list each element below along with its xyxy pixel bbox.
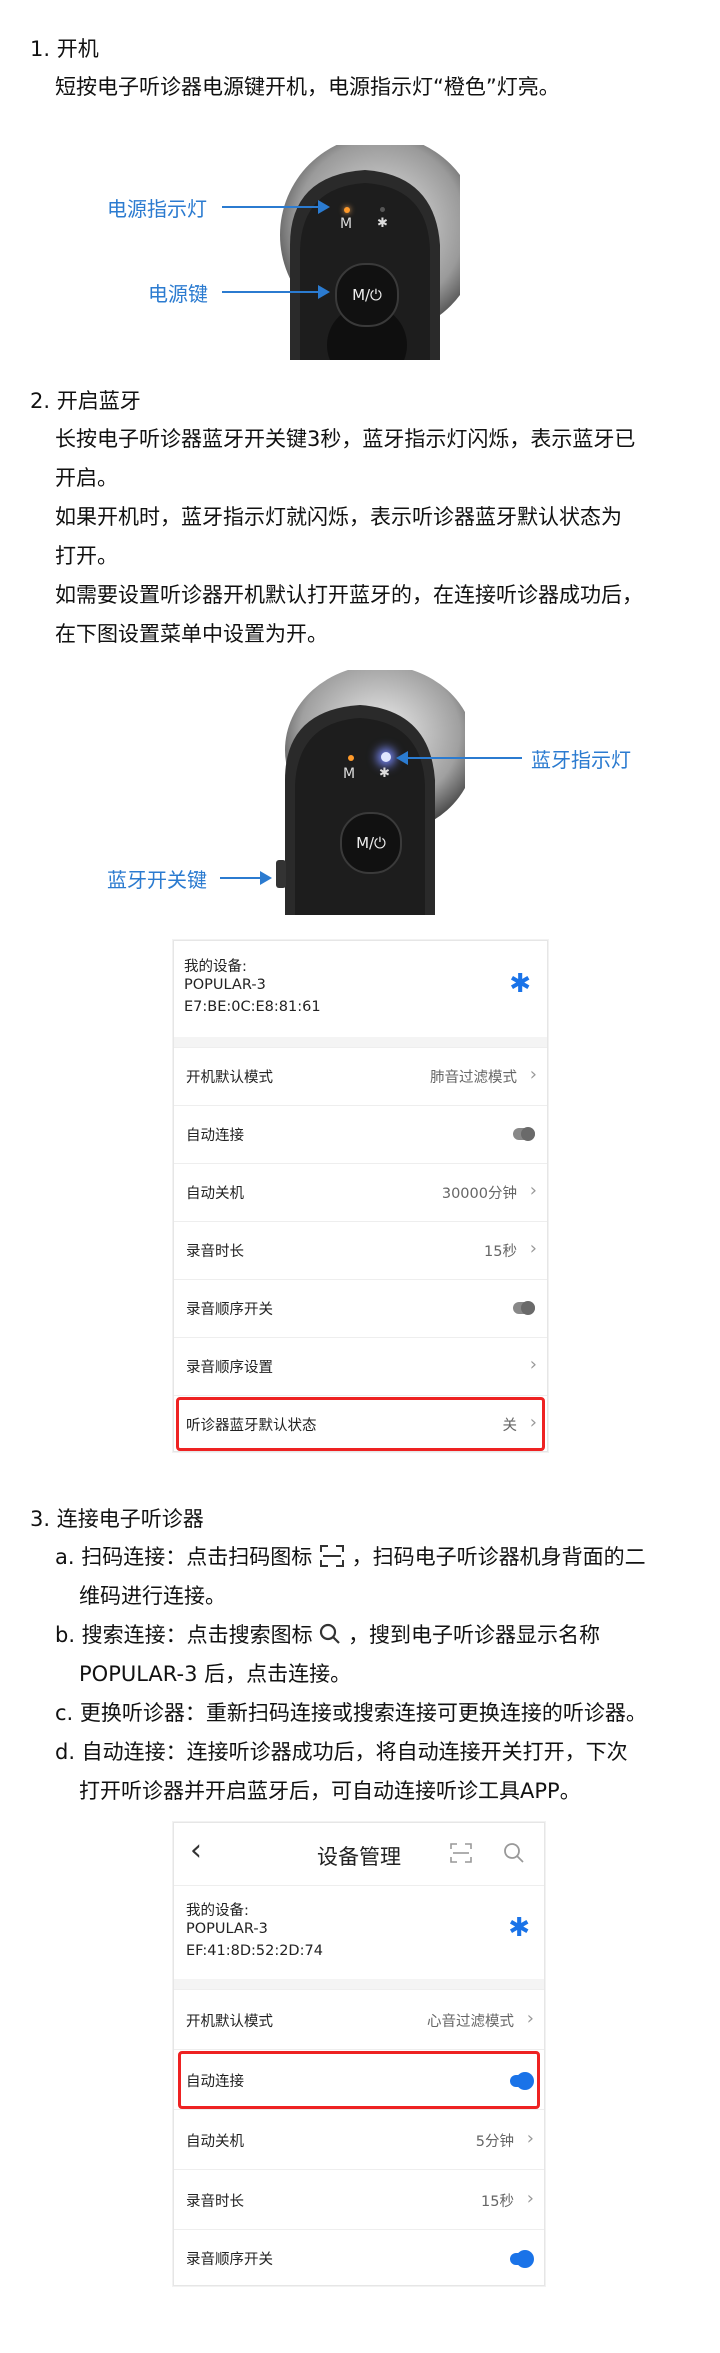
settings-row[interactable]: 录音顺序开关 xyxy=(174,1279,547,1338)
row-label: 自动关机 xyxy=(186,1186,244,1202)
settings-row[interactable]: 录音时长 15秒 › xyxy=(174,1221,547,1280)
settings-row[interactable]: 录音顺序设置 › xyxy=(174,1337,547,1396)
settings-row[interactable]: 自动关机 30000分钟 › xyxy=(174,1163,547,1222)
item-text: a. 扫码连接：点击扫码图标 xyxy=(55,1545,313,1569)
device-mac: EF:41:8D:52:2D:74 xyxy=(186,1943,323,1959)
mode-label: M xyxy=(343,766,356,782)
callout-power-key: 电源键 xyxy=(148,282,208,306)
chevron-right-icon: › xyxy=(529,1064,537,1085)
bluetooth-led-icon xyxy=(381,752,391,762)
item-a-line2: 维码进行连接。 xyxy=(79,1584,226,1608)
search-icon[interactable] xyxy=(503,1842,525,1868)
row-label: 自动连接 xyxy=(186,1128,244,1144)
row-value: 30000分钟 xyxy=(441,1186,517,1202)
scan-icon xyxy=(319,1542,345,1567)
settings-row[interactable]: 自动连接 xyxy=(174,1105,547,1164)
settings-row[interactable]: 录音顺序开关 xyxy=(174,2229,544,2286)
row-label: 开机默认模式 xyxy=(186,1070,273,1086)
page-title: 设备管理 xyxy=(317,1845,401,1869)
device-title: 我的设备: xyxy=(184,959,247,975)
scan-icon[interactable] xyxy=(450,1843,472,1867)
item-text: ，扫码电子听诊器机身背面的二 xyxy=(351,1545,646,1569)
arrow-power-light xyxy=(222,200,330,214)
arrow-bt-light xyxy=(396,751,522,765)
bluetooth-icon: ✱ xyxy=(509,969,531,999)
section2-line: 开启。 xyxy=(55,466,118,490)
row-label: 录音时长 xyxy=(186,1244,244,1260)
highlight-box xyxy=(176,1397,545,1451)
row-value: 心音过滤模式 xyxy=(427,2014,514,2030)
row-value: 肺音过滤模式 xyxy=(430,1070,517,1086)
power-button: M/⏻ xyxy=(335,263,399,327)
row-value: 15秒 xyxy=(484,1244,517,1260)
bluetooth-icon: ✱ xyxy=(379,766,390,781)
section-gap xyxy=(174,1979,544,1989)
auto-connect-toggle[interactable] xyxy=(513,1127,535,1141)
row-value: 15秒 xyxy=(481,2194,514,2210)
section2-line: 打开。 xyxy=(55,544,118,568)
item-d: d. 自动连接：连接听诊器成功后，将自动连接开关打开，下次 xyxy=(55,1740,628,1764)
search-icon xyxy=(319,1619,341,1644)
bluetooth-led-icon xyxy=(380,207,385,212)
section1-body: 短按电子听诊器电源键开机，电源指示灯“橙色”灯亮。 xyxy=(55,75,560,99)
item-b-line2: POPULAR-3 后，点击连接。 xyxy=(79,1662,352,1686)
nav-bar: ‹ 设备管理 xyxy=(174,1823,544,1886)
bluetooth-icon: ✱ xyxy=(508,1913,530,1943)
row-label: 录音顺序开关 xyxy=(186,2252,273,2268)
power-button: M/⏻ xyxy=(340,812,402,874)
chevron-right-icon: › xyxy=(526,2008,534,2029)
arrow-bt-key xyxy=(220,871,272,885)
section1-heading: 1. 开机 xyxy=(30,37,99,61)
item-c: c. 更换听诊器：重新扫码连接或搜索连接可更换连接的听诊器。 xyxy=(55,1701,647,1725)
row-label: 录音时长 xyxy=(186,2194,244,2210)
chevron-right-icon: › xyxy=(529,1238,537,1259)
row-label: 开机默认模式 xyxy=(186,2014,273,2030)
row-value: 5分钟 xyxy=(475,2134,514,2150)
chevron-right-icon: › xyxy=(526,2188,534,2209)
item-a: a. 扫码连接：点击扫码图标 ，扫码电子听诊器机身背面的二 xyxy=(55,1538,646,1577)
section2-line: 如果开机时，蓝牙指示灯就闪烁，表示听诊器蓝牙默认状态为 xyxy=(55,505,622,529)
section2-line: 在下图设置菜单中设置为开。 xyxy=(55,622,328,646)
mode-label: M xyxy=(340,216,353,232)
arrow-power-key xyxy=(222,285,330,299)
callout-power-light: 电源指示灯 xyxy=(107,197,207,221)
row-label: 录音顺序设置 xyxy=(186,1360,273,1376)
settings-row[interactable]: 自动关机 5分钟 › xyxy=(174,2109,544,2170)
callout-bt-light: 蓝牙指示灯 xyxy=(531,748,631,772)
chevron-right-icon: › xyxy=(529,1354,537,1375)
section3-heading: 3. 连接电子听诊器 xyxy=(30,1507,204,1531)
settings-screenshot-1: 我的设备: POPULAR-3 E7:BE:0C:E8:81:61 ✱ 开机默认… xyxy=(173,940,548,1452)
record-order-toggle[interactable] xyxy=(513,1301,535,1315)
orange-led-icon xyxy=(344,207,350,213)
orange-led-icon xyxy=(348,755,354,761)
item-b: b. 搜索连接：点击搜索图标 ，搜到电子听诊器显示名称 xyxy=(55,1616,600,1655)
device-name: POPULAR-3 xyxy=(184,977,266,993)
settings-screenshot-2: ‹ 设备管理 我的设备: POPULAR-3 EF:41:8D:52:2D:74… xyxy=(173,1822,545,2286)
item-text: b. 搜索连接：点击搜索图标 xyxy=(55,1623,313,1647)
settings-row[interactable]: 录音时长 15秒 › xyxy=(174,2169,544,2230)
section2-heading: 2. 开启蓝牙 xyxy=(30,389,141,413)
settings-row[interactable]: 开机默认模式 肺音过滤模式 › xyxy=(174,1047,547,1106)
item-text: ，搜到电子听诊器显示名称 xyxy=(348,1623,601,1647)
device-photo-bluetooth xyxy=(270,670,465,915)
settings-row[interactable]: 开机默认模式 心音过滤模式 › xyxy=(174,1989,544,2050)
device-name: POPULAR-3 xyxy=(186,1921,268,1937)
row-label: 自动关机 xyxy=(186,2134,244,2150)
bluetooth-icon: ✱ xyxy=(377,216,388,231)
row-label: 录音顺序开关 xyxy=(186,1302,273,1318)
record-order-toggle[interactable] xyxy=(510,2252,532,2266)
device-title: 我的设备: xyxy=(186,1903,249,1919)
section2-line: 如需要设置听诊器开机默认打开蓝牙的，在连接听诊器成功后， xyxy=(55,583,643,607)
callout-bt-key: 蓝牙开关键 xyxy=(107,868,207,892)
highlight-box xyxy=(178,2051,540,2109)
chevron-right-icon: › xyxy=(526,2128,534,2149)
chevron-right-icon: › xyxy=(529,1180,537,1201)
device-mac: E7:BE:0C:E8:81:61 xyxy=(184,999,321,1015)
device-photo-top xyxy=(270,145,460,360)
section2-line: 长按电子听诊器蓝牙开关键3秒，蓝牙指示灯闪烁，表示蓝牙已 xyxy=(55,427,636,451)
item-d-line2: 打开听诊器并开启蓝牙后，可自动连接听诊工具APP。 xyxy=(79,1779,581,1803)
section-gap xyxy=(174,1037,547,1047)
